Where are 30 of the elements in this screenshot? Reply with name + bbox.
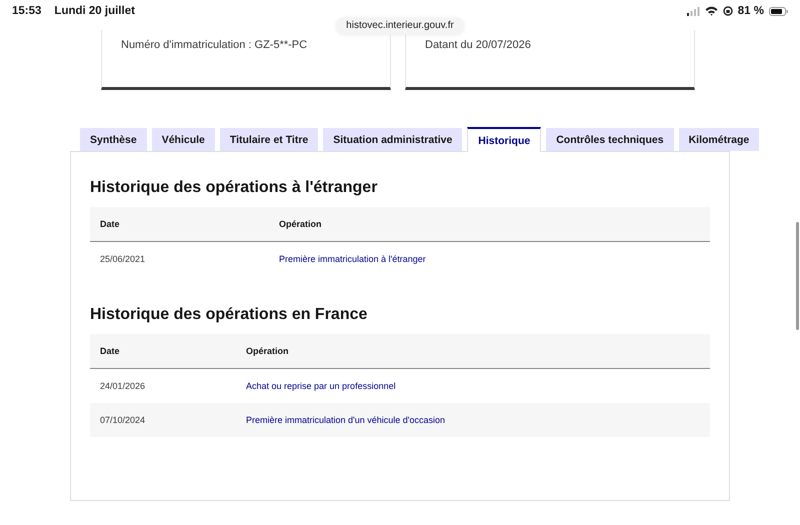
- tab[interactable]: Titulaire et Titre: [220, 128, 318, 151]
- column-header: Date: [99, 219, 121, 229]
- column-header: Date: [99, 346, 121, 356]
- card-text: Numéro d'immatriculation : GZ-5**-PC: [121, 39, 308, 51]
- signal-icon: [686, 6, 700, 16]
- column-header: Opération: [245, 346, 290, 356]
- tab[interactable]: Situation administrative: [323, 128, 462, 151]
- operation-link[interactable]: Achat ou reprise par un professionnel: [246, 381, 396, 391]
- card-text: Datant du 20/07/2026: [425, 39, 531, 51]
- status-time: 15:53: [12, 5, 42, 17]
- tab[interactable]: Véhicule: [152, 128, 215, 151]
- date-cell-text: 25/06/2021: [99, 254, 146, 264]
- operation-link[interactable]: Première immatriculation d'un véhicule d'occasion: [246, 415, 446, 425]
- tab[interactable]: Contrôles techniques: [546, 128, 674, 151]
- column-header: Opération: [278, 219, 323, 229]
- rotation-lock-icon: [722, 6, 733, 16]
- wifi-icon: [704, 6, 718, 16]
- tab[interactable]: Synthèse: [80, 128, 147, 151]
- section-heading: Historique des opérations à l'étranger: [90, 179, 378, 197]
- battery-icon: [769, 6, 788, 16]
- tab[interactable]: Kilométrage: [678, 128, 760, 151]
- scrollbar[interactable]: [796, 222, 799, 330]
- battery-percentage: 81 %: [738, 5, 764, 17]
- status-date: Lundi 20 juillet: [54, 5, 135, 17]
- tab[interactable]: Historique: [467, 127, 542, 152]
- url-pill[interactable]: histovec.interieur.gouv.fr: [336, 18, 464, 35]
- date-cell-text: 07/10/2024: [99, 415, 146, 425]
- section-heading: Historique des opérations en France: [90, 306, 368, 324]
- operation-link[interactable]: Première immatriculation à l'étranger: [279, 254, 426, 264]
- date-cell-text: 24/01/2026: [99, 381, 146, 391]
